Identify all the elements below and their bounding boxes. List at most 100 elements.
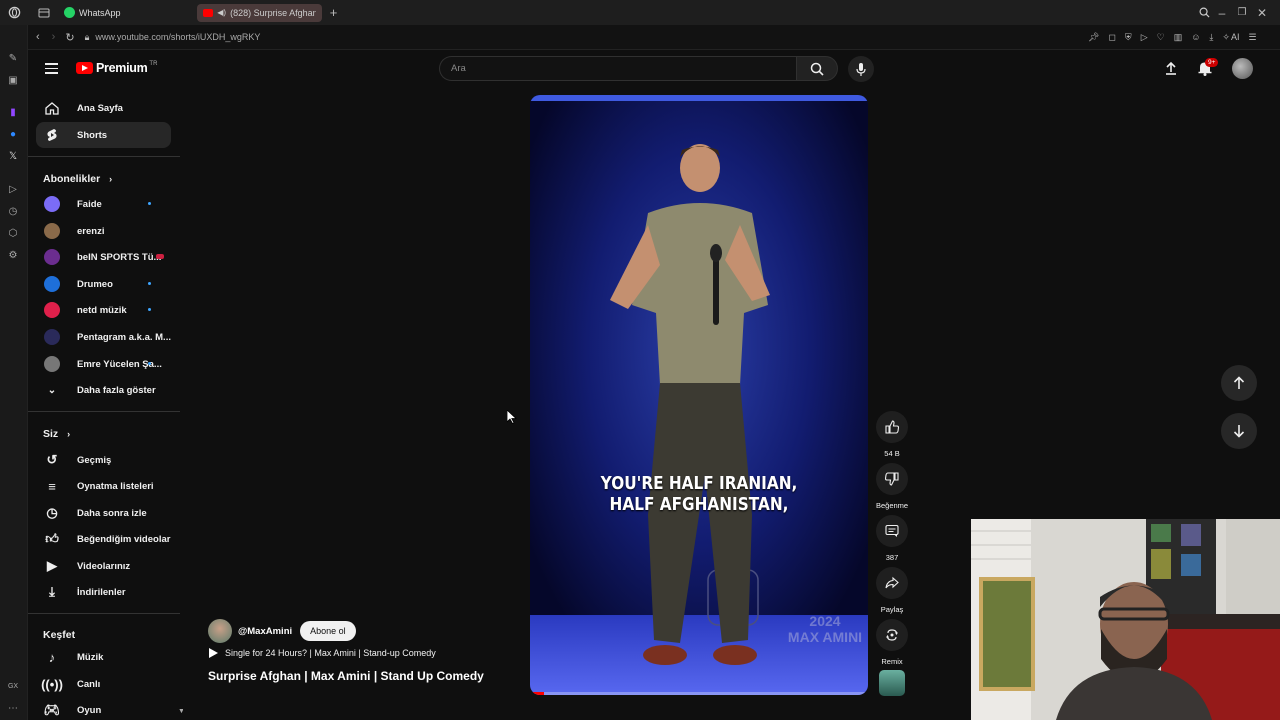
adblock-shield-icon[interactable]: ⛨	[1125, 32, 1132, 43]
voice-search-button[interactable]	[848, 56, 874, 82]
back-icon[interactable]: ‹	[36, 31, 40, 43]
sidebar-item-liked-videos[interactable]: 👍︎ Beğendiğim videolar	[36, 526, 171, 552]
messenger-icon[interactable]: ●	[4, 125, 22, 143]
sidebar-item-gaming[interactable]: 🎮︎ Oyun	[36, 697, 171, 720]
history-rail-icon[interactable]: ◷	[4, 202, 22, 220]
account-avatar[interactable]	[1232, 58, 1253, 79]
browser-titlebar: WhatsApp ◀) (828) Surprise Afghan + – ❐ …	[0, 0, 1280, 25]
tab-youtube[interactable]: ◀) (828) Surprise Afghan	[196, 3, 322, 22]
sidebar-item-home[interactable]: Ana Sayfa	[36, 95, 171, 121]
chevron-right-icon: ›	[67, 429, 71, 439]
extensions-rail-icon[interactable]: ⬡	[4, 224, 22, 242]
sidebar-item-downloads[interactable]: ⤓ İndirilenler	[36, 579, 171, 605]
search-tabs-icon[interactable]	[1194, 3, 1214, 23]
sidebar-item-history[interactable]: ↺ Geçmiş	[36, 447, 171, 473]
youtube-premium-logo[interactable]: Premium TR	[76, 61, 157, 75]
forward-icon[interactable]: ›	[52, 31, 56, 43]
show-more-button[interactable]: ⌄ Daha fazla göster	[36, 377, 171, 403]
playlist-link-row[interactable]: Single for 24 Hours? | Max Amini | Stand…	[208, 648, 436, 658]
comments-button[interactable]	[876, 515, 908, 547]
aria-icon[interactable]: ✎	[4, 49, 22, 67]
workspace-icon[interactable]: ▣	[4, 71, 22, 89]
like-action[interactable]: 54 B	[876, 411, 908, 458]
channel-avatar	[44, 329, 60, 345]
search-button[interactable]	[796, 56, 838, 81]
dislike-button[interactable]	[876, 463, 908, 495]
x-twitter-icon[interactable]: 𝕏	[4, 147, 22, 165]
create-button[interactable]	[1164, 61, 1178, 80]
next-short-button[interactable]	[1221, 413, 1257, 449]
player-toolbar-icon[interactable]: ▷	[1141, 32, 1148, 43]
new-tab-button[interactable]: +	[324, 3, 344, 23]
channel-handle[interactable]: @MaxAmini	[238, 626, 292, 637]
subscription-item[interactable]: Pentagram a.k.a. M...	[36, 324, 171, 350]
close-window-button[interactable]: ✕	[1252, 3, 1272, 23]
tab-manager-icon[interactable]	[34, 3, 54, 23]
channel-avatar	[44, 356, 60, 372]
account-icon[interactable]: ☺	[1191, 32, 1200, 42]
twitch-icon[interactable]: ▮	[4, 103, 22, 121]
sidebar-item-playlists[interactable]: ≡ Oynatma listeleri	[36, 473, 171, 499]
subscription-item[interactable]: erenzi	[36, 218, 171, 244]
remix-icon	[886, 629, 898, 641]
channel-avatar[interactable]	[208, 619, 232, 643]
sidebar-item-music[interactable]: ♪ Müzik	[36, 644, 171, 670]
sidebar-item-shorts[interactable]: Shorts	[36, 122, 171, 148]
shorts-video-player[interactable]: YOU'RE HALF IRANIAN, HALF AFGHANISTAN, 2…	[530, 95, 868, 695]
wallet-icon[interactable]: ▥	[1174, 32, 1183, 43]
subscription-item[interactable]: Emre Yücelen Şa...	[36, 351, 171, 377]
player-icon[interactable]: ▷	[4, 180, 22, 198]
notifications-button[interactable]: 9+	[1198, 58, 1219, 77]
like-button[interactable]	[876, 411, 908, 443]
browser-menu-icon[interactable]: ☰	[1248, 32, 1256, 43]
reload-icon[interactable]: ↻	[65, 31, 74, 44]
remix-button[interactable]	[876, 619, 908, 651]
snapshot-icon[interactable]: ◻	[1108, 32, 1115, 43]
sidebar-item-watch-later[interactable]: ◷ Daha sonra izle	[36, 500, 171, 526]
sidebar-item-your-videos[interactable]: ▶︎ Videolarınız	[36, 553, 171, 579]
url-field[interactable]: www.youtube.com/shorts/iUXDH_wgRKY	[95, 32, 260, 42]
share-button[interactable]	[876, 567, 908, 599]
subscription-item[interactable]: Drumeo	[36, 271, 171, 297]
share-action[interactable]: Paylaş	[876, 567, 908, 614]
audio-playing-icon[interactable]: ◀)	[217, 8, 226, 17]
share-label: Paylaş	[880, 605, 904, 614]
short-title[interactable]: Surprise Afghan | Max Amini | Stand Up C…	[208, 669, 484, 683]
chevron-right-icon: ›	[109, 174, 113, 184]
sidebar-item-label: Müzik	[77, 651, 104, 663]
remix-action[interactable]: Remix	[876, 619, 908, 666]
bookmark-heart-icon[interactable]: ♡	[1157, 32, 1165, 43]
hamburger-menu-icon[interactable]	[45, 63, 58, 74]
subscription-item[interactable]: beIN SPORTS Tü...	[36, 244, 171, 270]
search-box[interactable]: Ara	[439, 56, 796, 81]
dislike-action[interactable]: Beğenme	[876, 463, 908, 510]
video-caption: YOU'RE HALF IRANIAN, HALF AFGHANISTAN,	[555, 473, 842, 515]
home-icon	[38, 101, 66, 115]
opera-logo-icon[interactable]	[4, 3, 24, 23]
subscription-item[interactable]: netd müzik	[36, 297, 171, 323]
ai-button[interactable]: ✧ AI	[1222, 32, 1239, 43]
mouse-cursor-icon	[507, 410, 517, 424]
comments-action[interactable]: 387	[876, 515, 908, 562]
sidebar-item-live[interactable]: ((•)) Canlı	[36, 671, 171, 697]
sidebar-divider	[28, 156, 180, 157]
pin-icon[interactable]: 📌︎	[1088, 32, 1099, 43]
you-heading[interactable]: Siz ›	[43, 428, 70, 440]
download-icon[interactable]: ⤓	[1209, 32, 1213, 43]
restore-button[interactable]: ❐	[1232, 3, 1252, 23]
video-progress-track[interactable]	[530, 692, 868, 695]
you-title: Siz	[43, 428, 59, 440]
subscriptions-heading[interactable]: Abonelikler ›	[43, 173, 112, 185]
settings-rail-icon[interactable]: ⚙	[4, 246, 22, 264]
sound-thumbnail[interactable]	[879, 670, 905, 696]
sidebar-scroll-down-icon[interactable]: ▼	[178, 708, 183, 715]
gx-corner-label[interactable]: GX	[4, 677, 22, 695]
subscribe-button[interactable]: Abone ol	[300, 621, 356, 641]
search-input[interactable]: Ara	[451, 63, 466, 74]
whatsapp-icon	[64, 7, 75, 18]
more-rail-icon[interactable]: ⋯	[4, 699, 22, 717]
subscription-item[interactable]: Faide	[36, 191, 171, 217]
previous-short-button[interactable]	[1221, 365, 1257, 401]
tab-whatsapp[interactable]: WhatsApp	[58, 4, 127, 22]
minimize-button[interactable]: –	[1212, 3, 1232, 23]
